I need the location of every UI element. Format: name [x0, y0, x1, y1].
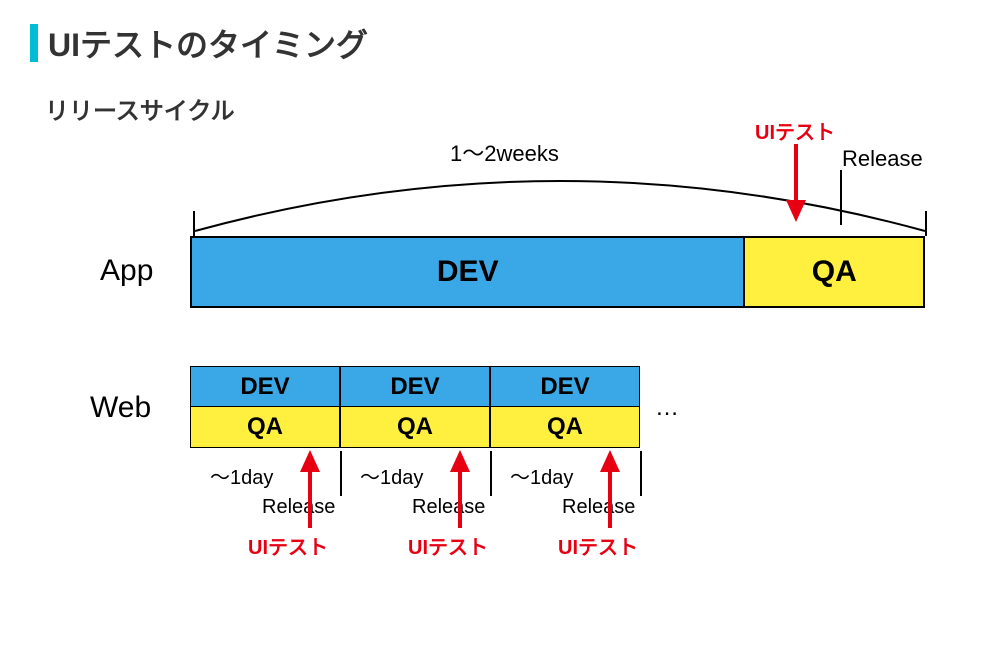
- day-label-2: ～1day: [360, 461, 423, 490]
- ui-test-label-app: UIテスト: [755, 116, 835, 145]
- web-dev-2: DEV: [341, 367, 489, 407]
- day-tick-2: [490, 451, 492, 496]
- web-cycle-1: DEV QA: [190, 366, 340, 448]
- arc-tick-right: [925, 211, 927, 236]
- red-arrow-web-2: [448, 450, 472, 528]
- day-label-3: ～1day: [510, 461, 573, 490]
- diagram-area: 1～2weeks UIテスト Release App DEV QA Web DE…: [30, 136, 967, 636]
- page-title: UIテストのタイミング: [48, 20, 368, 66]
- ui-test-label-web-2: UIテスト: [408, 531, 488, 560]
- web-row-label: Web: [90, 391, 151, 425]
- web-dev-1: DEV: [191, 367, 339, 407]
- web-qa-3: QA: [491, 407, 639, 447]
- web-ellipsis: …: [655, 394, 679, 422]
- app-bar: DEV QA: [190, 236, 925, 308]
- day-label-1: ～1day: [210, 461, 273, 490]
- web-cycles: DEV QA DEV QA DEV QA: [190, 366, 640, 448]
- red-arrow-web-1: [298, 450, 322, 528]
- day-tick-3: [640, 451, 642, 496]
- web-dev-3: DEV: [491, 367, 639, 407]
- app-dev-block: DEV: [192, 238, 745, 306]
- app-row-label: App: [100, 254, 153, 288]
- web-cycle-2: DEV QA: [340, 366, 490, 448]
- title-accent-bar: [30, 24, 38, 62]
- ui-test-label-web-3: UIテスト: [558, 531, 638, 560]
- web-qa-1: QA: [191, 407, 339, 447]
- release-label-app: Release: [842, 146, 923, 172]
- title-row: UIテストのタイミング: [30, 20, 967, 66]
- web-qa-2: QA: [341, 407, 489, 447]
- arc-tick-left: [193, 211, 195, 236]
- web-cycle-3: DEV QA: [490, 366, 640, 448]
- ui-test-label-web-1: UIテスト: [248, 531, 328, 560]
- day-tick-1: [340, 451, 342, 496]
- red-arrow-web-3: [598, 450, 622, 528]
- release-tick-app: [840, 170, 842, 225]
- red-arrow-app: [784, 144, 808, 224]
- app-qa-block: QA: [745, 238, 923, 306]
- arc-duration-label: 1～2weeks: [450, 136, 559, 168]
- arc-curve: [190, 161, 930, 241]
